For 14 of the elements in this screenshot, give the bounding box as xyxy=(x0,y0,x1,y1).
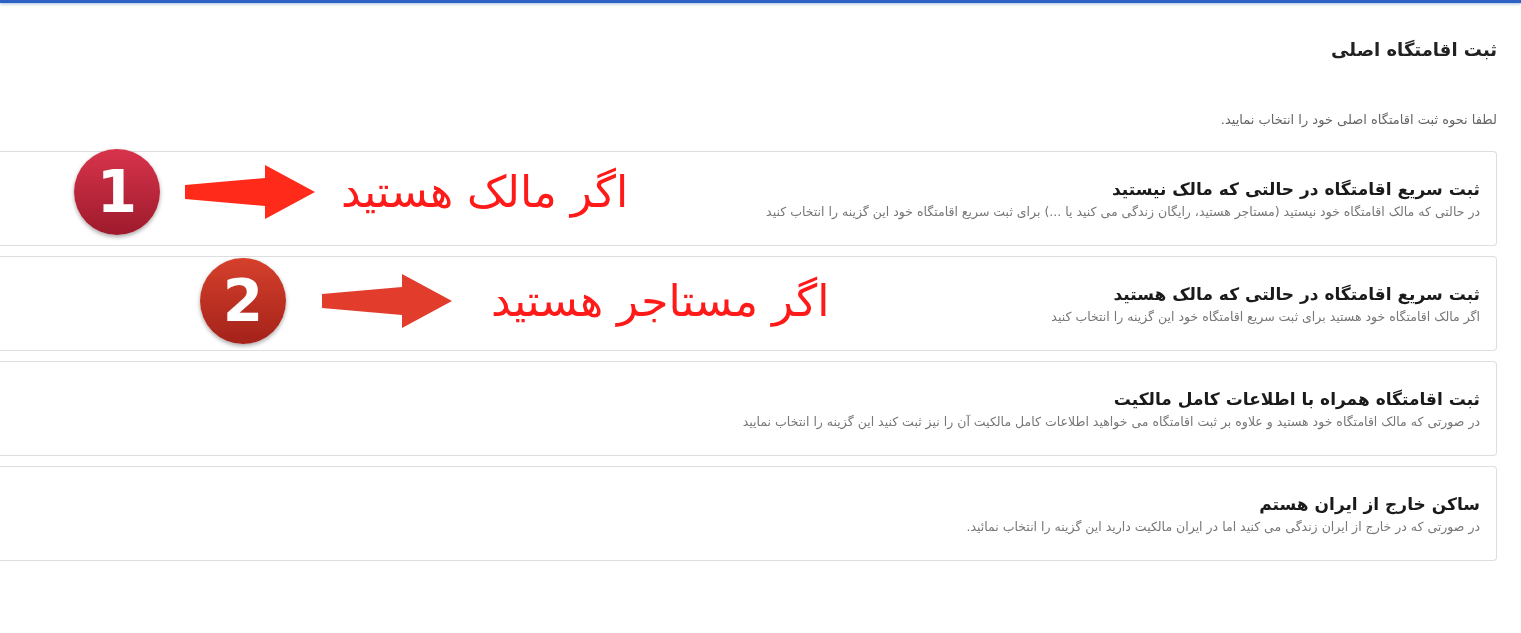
option-title: ثبت اقامتگاه همراه با اطلاعات کامل مالکیت xyxy=(1113,387,1480,412)
option-title: ثبت سریع اقامتگاه در حالتی که مالک نیستید xyxy=(1111,177,1480,202)
option-description: در صورتی که در خارج از ایران زندگی می کنید اما در ایران مالکیت دارید این گزینه را انتخاب نمائید. xyxy=(966,517,1480,537)
page-subtitle: لطفا نحوه ثبت اقامتگاه اصلی خود را انتخاب نمایید. xyxy=(1219,111,1497,130)
option-card[interactable]: ساکن خارج از ایران هستم در صورتی که در خارج از ایران زندگی می کنید اما در ایران مالکیت دارید این گزینه را انتخاب نمائید. xyxy=(0,466,1497,561)
arrow-icon xyxy=(322,274,452,328)
page-title: ثبت اقامتگاه اصلی xyxy=(1330,38,1497,62)
arrow-icon xyxy=(185,165,315,219)
option-description: در حالتی که مالک اقامتگاه خود نیستید (مستاجر هستید، رایگان زندگی می کنید یا ...) برای ثبت سریع اقامتگاه خود این گزینه را انتخاب کنید xyxy=(766,202,1480,222)
option-description: در صورتی که مالک اقامتگاه خود هستید و علاوه بر ثبت اقامتگاه می خواهید اطلاعات کامل مالکیت آن را نیز ثبت کنید این گزینه را انتخاب نمایید xyxy=(742,412,1480,432)
option-description: اگر مالک اقامتگاه خود هستید برای ثبت سریع اقامتگاه خود این گزینه را انتخاب کنید xyxy=(1051,307,1480,327)
option-card[interactable]: ثبت اقامتگاه همراه با اطلاعات کامل مالکیت در صورتی که مالک اقامتگاه خود هستید و علاوه بر ثبت اقامتگاه می خواهید اطلاعات کامل مالکیت آن را نیز ثبت کنید این گزینه را انتخاب نمایید xyxy=(0,361,1497,456)
option-title: ساکن خارج از ایران هستم xyxy=(1259,492,1480,517)
option-title: ثبت سریع اقامتگاه در حالتی که مالک هستید xyxy=(1113,282,1480,307)
